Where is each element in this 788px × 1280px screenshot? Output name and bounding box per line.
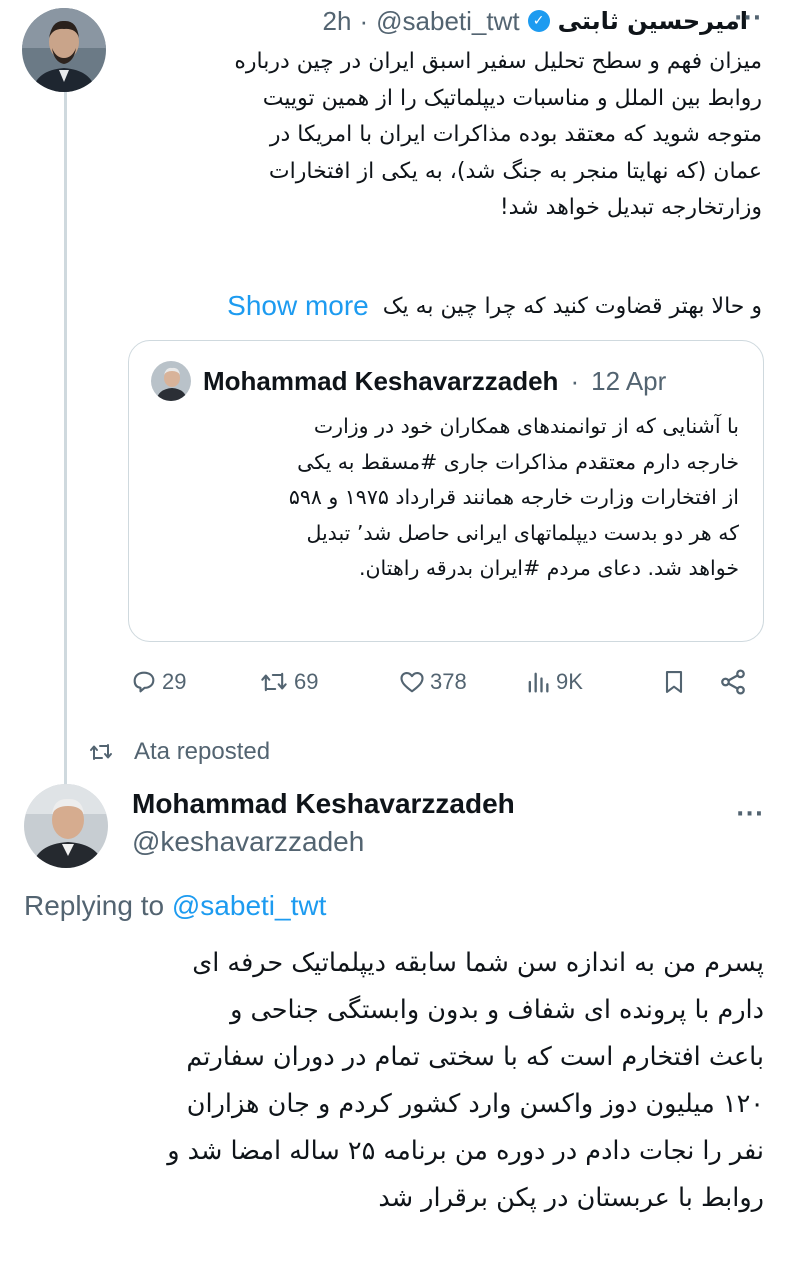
quoted-author-name[interactable]: Mohammad Keshavarzzadeh	[203, 366, 558, 397]
reply-count: 29	[162, 669, 187, 694]
quoted-author-avatar[interactable]	[151, 361, 191, 401]
quoted-tweet[interactable]: Mohammad Keshavarzzadeh · 12 Apr با آشنا…	[128, 340, 764, 642]
tweet-text-line: پسرم من به اندازه سن شما سابقه دیپلماتیک…	[192, 948, 764, 978]
tweet-text-line: دارم با پرونده ای شفاف و بدون وابستگی جن…	[230, 995, 764, 1025]
tweet-text: پسرم من به اندازه سن شما سابقه دیپلماتیک…	[20, 940, 764, 1222]
repost-icon	[261, 672, 287, 692]
reply-icon	[133, 671, 155, 693]
tweet-text-line: ۱۲۰ میلیون دوز واکسن وارد کشور کردم و جا…	[186, 1089, 764, 1119]
tweet-text-line: روابط بین الملل و مناسبات دیپلماتیک را ا…	[262, 85, 762, 111]
avatar[interactable]	[24, 784, 108, 868]
tweet-header: امیرحسین ثابتی ✓ @sabeti_twt · 2h	[323, 6, 748, 36]
quoted-tweet-time[interactable]: 12 Apr	[591, 366, 666, 397]
avatar-image	[151, 361, 191, 401]
tweet-text-line: وزارتخارجه تبدیل خواهد شد!	[499, 195, 762, 220]
avatar-image	[24, 784, 108, 868]
share-icon	[721, 669, 745, 695]
verified-badge-icon: ✓	[527, 10, 550, 32]
like-count: 378	[430, 669, 467, 694]
quoted-text-line: که هر دو بدست دیپلماتهای ایرانی حاصل شد’…	[306, 520, 739, 545]
bookmark-button[interactable]	[660, 664, 688, 700]
author-name[interactable]: Mohammad Keshavarzzadeh	[132, 788, 515, 820]
quoted-text-line: خواهد شد. دعای مردم #ایران بدرقه راهتان.	[358, 556, 739, 580]
replying-to-label: Replying to	[24, 890, 165, 921]
heart-icon	[400, 671, 424, 693]
tweet-time[interactable]: 2h	[323, 6, 352, 37]
tweet-text-line: روابط با عربستان در پکن برقرار شد	[378, 1183, 764, 1213]
quoted-text-line: از افتخارات وزارت خارجه همانند قرارداد ۱…	[288, 485, 739, 509]
quoted-text-line: خارجه دارم معتقدم مذاکرات جاری #مسقط به …	[297, 449, 739, 474]
show-more-link[interactable]: Show more	[227, 290, 369, 322]
author-handle[interactable]: @sabeti_twt	[376, 6, 519, 37]
separator-dot: ·	[359, 5, 369, 36]
repost-button[interactable]: 69	[258, 664, 318, 700]
tweet-text-line: باعث افتخارم است که با سختی تمام در دورا…	[186, 1042, 764, 1072]
tweet-text-line: نفر را نجات دادم در دوره من برنامه ۲۵ سا…	[167, 1136, 764, 1166]
avatar[interactable]	[22, 8, 106, 92]
tweet-text-line: عمان (که نهایتا منجر به جنگ شد)، به یکی …	[268, 158, 762, 184]
replying-to-mention[interactable]: @sabeti_twt	[172, 890, 327, 921]
tweet-text-line: میزان فهم و سطح تحلیل سفیر اسبق ایران در…	[234, 49, 762, 74]
repost-label[interactable]: Ata reposted	[134, 738, 270, 766]
views-chart-icon	[528, 672, 549, 693]
tweet-text-line: متوجه شوید که معتقد بوده مذاکرات ایران ب…	[269, 122, 762, 147]
repost-icon	[90, 744, 112, 760]
author-name[interactable]: امیرحسین ثابتی	[558, 7, 748, 35]
more-dots-icon[interactable]: ···	[736, 802, 764, 827]
repost-indicator: Ata reposted	[88, 734, 270, 770]
quoted-tweet-text: با آشنایی که از توانمندهای همکاران خود د…	[143, 409, 739, 587]
tweet-actions: 29 69 378 9K	[126, 664, 756, 700]
avatar-image	[22, 8, 106, 92]
quoted-tweet-header: Mohammad Keshavarzzadeh · 12 Apr	[151, 361, 666, 401]
repost-count: 69	[294, 669, 319, 694]
replying-to: Replying to @sabeti_twt	[24, 890, 326, 922]
tweet-text-truncated: و حالا بهتر قضاوت کنید که چرا چین به یک …	[227, 286, 762, 326]
author-handle[interactable]: @keshavarzzadeh	[132, 826, 364, 858]
views-count: 9K	[556, 669, 583, 694]
tweet-text-line: و حالا بهتر قضاوت کنید که چرا چین به یک	[382, 293, 762, 319]
share-button[interactable]	[718, 664, 748, 700]
bookmark-icon	[665, 671, 683, 693]
reply-button[interactable]: 29	[130, 664, 186, 700]
tweet-text: میزان فهم و سطح تحلیل سفیر اسبق ایران در…	[130, 44, 762, 227]
quoted-text-line: با آشنایی که از توانمندهای همکاران خود د…	[313, 414, 739, 438]
more-dots-icon[interactable]: ···	[734, 6, 762, 31]
like-button[interactable]: 378	[398, 664, 467, 700]
separator-dot: ·	[570, 365, 580, 396]
views-button[interactable]: 9K	[524, 664, 583, 700]
thread-connector-line	[64, 88, 67, 788]
